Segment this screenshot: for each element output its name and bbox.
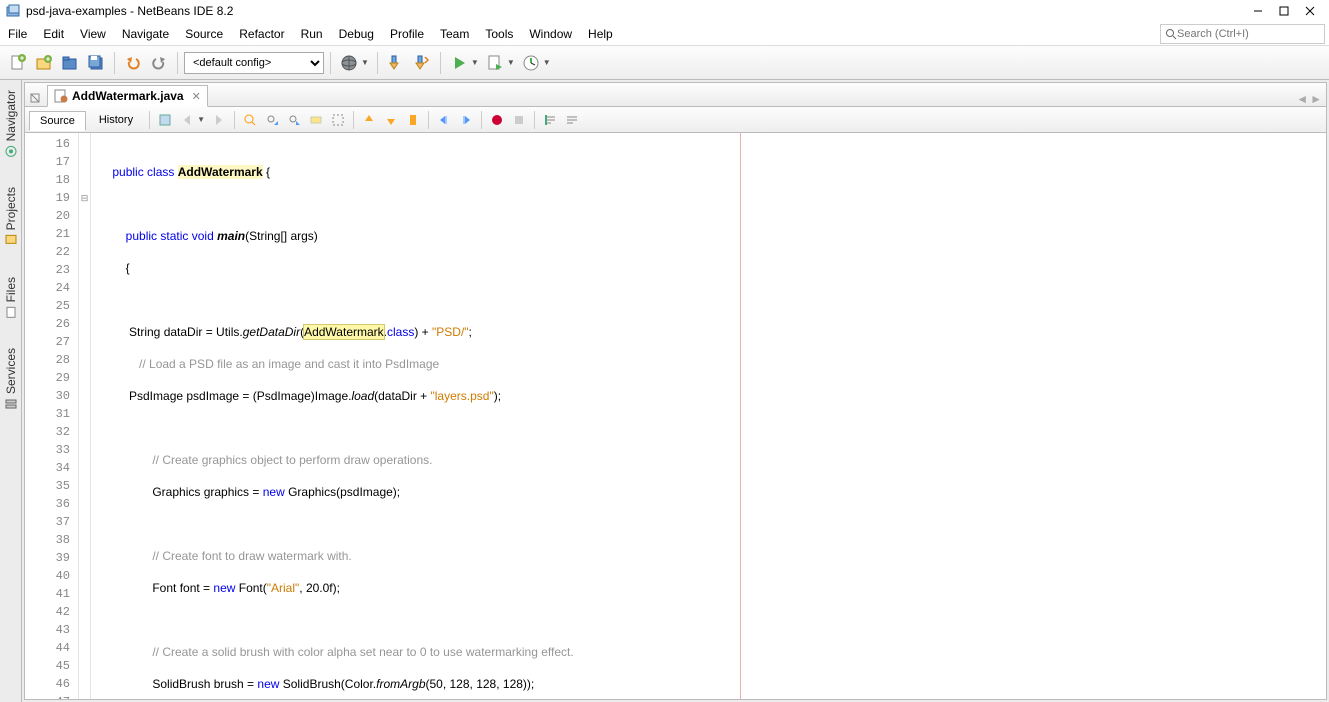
rail-navigator[interactable]: Navigator: [4, 84, 18, 163]
tab-nav: ◄ ►: [1292, 92, 1326, 106]
rail-projects[interactable]: Projects: [4, 181, 18, 252]
app-icon: [6, 4, 20, 18]
maximize-button[interactable]: [1271, 1, 1297, 21]
undo-button[interactable]: [121, 51, 145, 75]
debug-dropdown[interactable]: ▼: [507, 58, 515, 67]
prev-bookmark-button[interactable]: [359, 110, 379, 130]
left-rail: Navigator Projects Files Services: [0, 80, 22, 702]
fold-gutter: ⊟: [79, 133, 91, 699]
main-toolbar: <default config> ▼ ▼ ▼ ▼: [0, 46, 1329, 80]
new-project-button[interactable]: [32, 51, 56, 75]
title-bar: psd-java-examples - NetBeans IDE 8.2: [0, 0, 1329, 22]
line-gutter: 1617181920212223242526272829303132333435…: [25, 133, 79, 699]
source-tab[interactable]: Source: [29, 111, 86, 131]
menu-debug[interactable]: Debug: [331, 24, 382, 44]
next-bookmark-button[interactable]: [381, 110, 401, 130]
profile-button[interactable]: [519, 51, 543, 75]
menu-bar: File Edit View Navigate Source Refactor …: [0, 22, 1329, 46]
clean-build-button[interactable]: [410, 51, 434, 75]
close-tab-icon[interactable]: ✕: [192, 90, 201, 103]
macro-stop-button[interactable]: [509, 110, 529, 130]
editor-toolbar: Source History ▼: [25, 107, 1326, 133]
find-prev-button[interactable]: [262, 110, 282, 130]
find-next-button[interactable]: [284, 110, 304, 130]
java-file-icon: [54, 89, 68, 103]
search-box[interactable]: [1160, 24, 1325, 44]
browser-button[interactable]: [337, 51, 361, 75]
toggle-bookmark-button[interactable]: [403, 110, 423, 130]
tab-row: AddWatermark.java ✕ ◄ ►: [25, 83, 1326, 107]
search-input[interactable]: [1177, 28, 1320, 40]
build-button[interactable]: [384, 51, 408, 75]
profile-dropdown[interactable]: ▼: [543, 58, 551, 67]
code-area[interactable]: 1617181920212223242526272829303132333435…: [25, 133, 1326, 699]
toggle-highlight-button[interactable]: [306, 110, 326, 130]
main-area: Navigator Projects Files Services AddWat…: [0, 80, 1329, 702]
macro-record-button[interactable]: [487, 110, 507, 130]
editor-pane: AddWatermark.java ✕ ◄ ► Source History ▼: [24, 82, 1327, 700]
window-title: psd-java-examples - NetBeans IDE 8.2: [26, 4, 233, 18]
redo-button[interactable]: [147, 51, 171, 75]
uncomment-button[interactable]: [562, 110, 582, 130]
back-button[interactable]: [177, 110, 197, 130]
open-button[interactable]: [58, 51, 82, 75]
debug-button[interactable]: [483, 51, 507, 75]
history-tab[interactable]: History: [88, 110, 144, 130]
menu-window[interactable]: Window: [521, 24, 580, 44]
tab-next-icon[interactable]: ►: [1310, 92, 1322, 106]
shift-right-button[interactable]: [456, 110, 476, 130]
minimize-button[interactable]: [1245, 1, 1271, 21]
pin-icon[interactable]: [29, 92, 43, 106]
config-select[interactable]: <default config>: [184, 52, 324, 74]
run-button[interactable]: [447, 51, 471, 75]
forward-button[interactable]: [209, 110, 229, 130]
menu-view[interactable]: View: [72, 24, 114, 44]
browser-dropdown[interactable]: ▼: [361, 58, 369, 67]
menu-tools[interactable]: Tools: [477, 24, 521, 44]
run-dropdown[interactable]: ▼: [471, 58, 479, 67]
search-icon: [1165, 28, 1177, 40]
menu-navigate[interactable]: Navigate: [114, 24, 177, 44]
menu-file[interactable]: File: [0, 24, 35, 44]
menu-edit[interactable]: Edit: [35, 24, 72, 44]
menu-profile[interactable]: Profile: [382, 24, 432, 44]
rail-services[interactable]: Services: [4, 342, 18, 416]
file-tab[interactable]: AddWatermark.java ✕: [47, 85, 208, 107]
menu-team[interactable]: Team: [432, 24, 477, 44]
find-selection-button[interactable]: [240, 110, 260, 130]
close-button[interactable]: [1297, 1, 1323, 21]
comment-button[interactable]: [540, 110, 560, 130]
toggle-rect-select-button[interactable]: [328, 110, 348, 130]
last-edit-button[interactable]: [155, 110, 175, 130]
menu-help[interactable]: Help: [580, 24, 621, 44]
shift-left-button[interactable]: [434, 110, 454, 130]
code-lines[interactable]: public class AddWatermark { public stati…: [91, 133, 1326, 699]
tab-prev-icon[interactable]: ◄: [1296, 92, 1308, 106]
new-file-button[interactable]: [6, 51, 30, 75]
menu-refactor[interactable]: Refactor: [231, 24, 292, 44]
rail-files[interactable]: Files: [4, 271, 18, 324]
file-tab-label: AddWatermark.java: [72, 89, 184, 103]
menu-run[interactable]: Run: [293, 24, 331, 44]
save-all-button[interactable]: [84, 51, 108, 75]
menu-source[interactable]: Source: [177, 24, 231, 44]
